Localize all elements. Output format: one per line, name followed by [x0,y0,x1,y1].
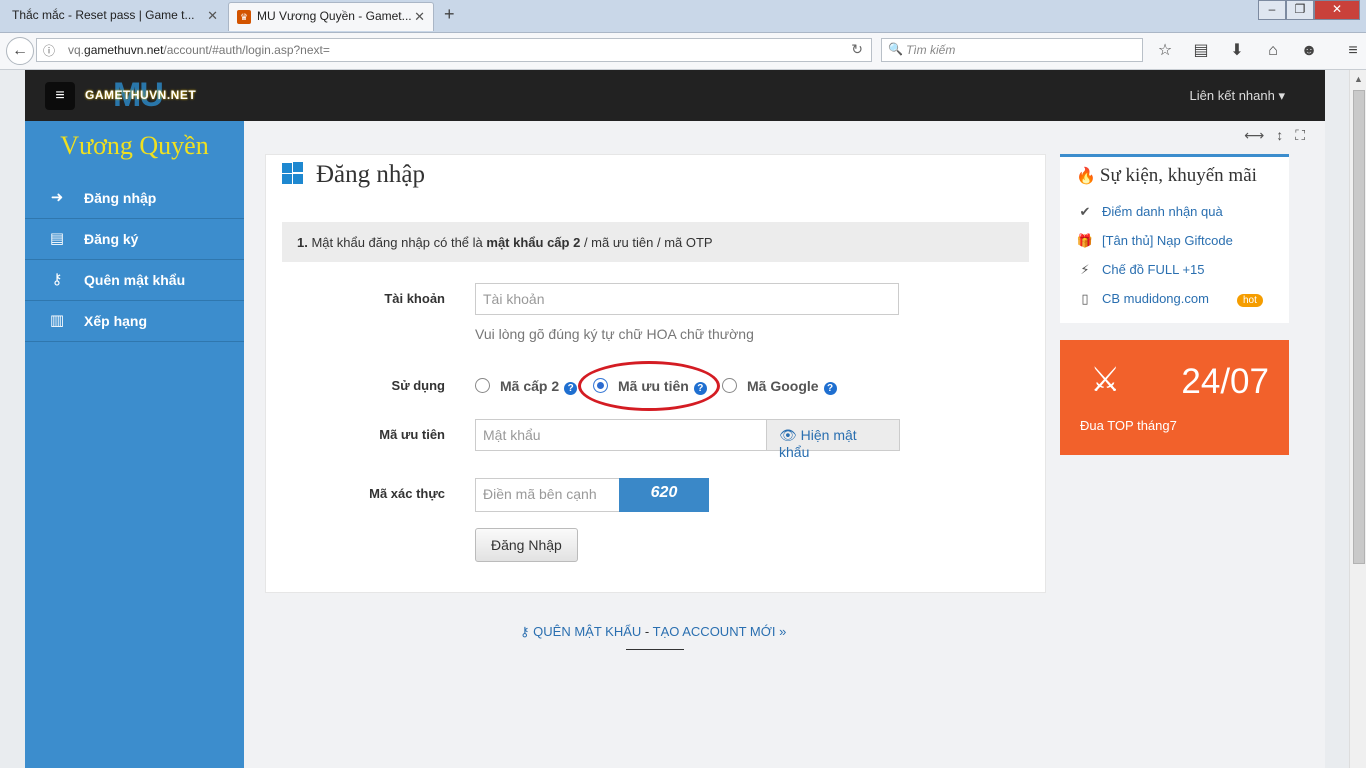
sidebar-menu: ➜ Đăng nhập ▤ Đăng ký ⚷ Quên mật khẩu ▥ Xếp … [25,178,244,342]
scroll-up-icon[interactable]: ▲ [1354,74,1363,84]
event-item-giftcode[interactable]: 🎁 [Tân thủ] Nạp Giftcode [1076,233,1233,249]
hot-badge: hot [1236,294,1263,307]
question-icon[interactable]: ? [823,382,837,395]
sign-in-icon: ➜ [50,189,64,206]
quicklinks-dropdown[interactable]: Liên kết nhanh ▾ [1190,88,1285,104]
events-panel: 🔥 Sự kiện, khuyến mãi ✔ Điểm danh nhận quà… [1060,154,1289,323]
use-label: Sử dụng [391,378,445,393]
expand-width-icon[interactable]: ⟷ [1244,127,1264,144]
back-icon[interactable]: ← [6,37,34,65]
maximize-icon[interactable]: ❐ [1286,0,1314,20]
account-label: Tài khoản [384,291,445,306]
gift-icon: 🎁 [1076,233,1094,248]
toolbar-icons: ☆ ▤ ⬇ ⌂ ☻ ≡ [1152,39,1366,63]
account-input[interactable]: Tài khoản [475,283,899,315]
login-panel: Đăng nhập 1. Mật khẩu đăng nhập có thể l… [265,154,1046,593]
reading-list-icon[interactable]: ▤ [1188,39,1214,63]
bookmark-star-icon[interactable]: ☆ [1152,39,1178,63]
sidebar-item-login[interactable]: ➜ Đăng nhập [25,178,244,219]
sidebar-item-ranking[interactable]: ▥ Xếp hạng [25,301,244,342]
close-window-icon[interactable]: ✕ [1314,0,1360,20]
key-icon: ⚷ [520,624,530,639]
account-help: Vui lòng gõ đúng ký tự chữ HOA chữ thườn… [475,326,754,342]
login-notice: 1. Mật khẩu đăng nhập có thể là mật khẩu… [282,222,1029,262]
layout-tools: ⟷ ↕ ⛶ [1244,127,1305,144]
file-icon: ▤ [49,230,65,247]
password-label: Mã ưu tiên [379,427,445,442]
promo-date: 24/07 [1181,362,1269,401]
close-tab-icon[interactable]: ✕ [207,8,218,24]
password-input[interactable]: Mật khẩu [475,419,767,451]
account-links: ⚷ QUÊN MẬT KHẨU - TẠO ACCOUNT MỚI » [520,624,787,639]
tab-title: Thắc mắc - Reset pass | Game t... [12,8,195,22]
sidebar-item-register[interactable]: ▤ Đăng ký [25,219,244,260]
scroll-thumb[interactable] [1353,90,1365,564]
home-icon[interactable]: ⌂ [1260,39,1286,63]
radio-circle [475,378,490,393]
browser-tab[interactable]: Thắc mắc - Reset pass | Game t... ✕ [2,2,226,31]
browser-tab-active[interactable]: ♛ MU Vương Quyền - Gamet... ✕ [228,2,434,31]
reload-icon[interactable]: ↻ [851,41,863,58]
highlight-ellipse [578,361,720,411]
forgot-password-link[interactable]: QUÊN MẬT KHẨU [533,624,641,639]
browser-nav-bar: ← ⓘ vq.gamethuvn.net/account/#auth/login… [0,33,1366,70]
sidebar-item-forgot[interactable]: ⚷ Quên mật khẩu [25,260,244,301]
site-logo[interactable]: MU GAMETHUVN.NET [85,76,205,114]
question-icon[interactable]: ? [564,382,578,395]
promo-banner[interactable]: ⚔ 24/07 Đua TOP tháng7 [1060,340,1289,455]
create-account-link[interactable]: TẠO ACCOUNT MỚI » [653,624,787,639]
event-item-checkin[interactable]: ✔ Điểm danh nhận quà [1076,204,1223,220]
show-password-button[interactable]: 👁 Hiện mật khẩu [766,419,900,460]
vertical-scrollbar[interactable]: ▲ [1349,70,1366,768]
info-icon[interactable]: ⓘ [43,42,55,59]
tab-title: MU Vương Quyền - Gamet... [257,9,412,23]
captcha-label: Mã xác thực [369,486,445,501]
warrior-icon: ⚔ [1090,361,1121,399]
search-icon: 🔍 [888,42,903,56]
search-input[interactable]: 🔍 Tìm kiếm [881,38,1143,62]
url-text: vq.gamethuvn.net/account/#auth/login.asp… [68,43,330,57]
radio-google[interactable]: Mã Google? [722,378,837,395]
smiley-icon[interactable]: ☻ [1296,39,1322,63]
page-title: Đăng nhập [282,161,425,189]
brand-title: Vương Quyền [60,131,209,160]
favicon-icon: ♛ [237,10,251,24]
main-content: ⟷ ↕ ⛶ Đăng nhập 1. Mật khẩu đăng nhập có… [244,121,1325,768]
login-submit-button[interactable]: Đăng Nhập [475,528,578,562]
page: ≡ MU GAMETHUVN.NET Liên kết nhanh ▾ Vươn… [25,70,1325,768]
browser-tab-bar: Thắc mắc - Reset pass | Game t... ✕ ♛ MU… [0,0,1366,33]
menu-icon[interactable]: ≡ [1340,39,1366,63]
sidebar: Vương Quyền ➜ Đăng nhập ▤ Đăng ký ⚷ Quên mậ… [25,121,244,768]
events-title: 🔥 Sự kiện, khuyến mãi [1076,165,1257,186]
bar-chart-icon: ▥ [49,312,65,329]
captcha-input[interactable]: Điền mã bên cạnh [475,478,620,512]
event-item-mobile[interactable]: ▯ CB mudidong.com hot [1076,291,1263,307]
window-controls: – ❐ ✕ [1258,0,1360,20]
check-circle-icon: ✔ [1079,204,1091,219]
fullscreen-icon[interactable]: ⛶ [1295,127,1305,144]
mobile-icon: ▯ [1081,291,1089,306]
plug-icon: ⚡ [1080,262,1090,277]
site-top-nav: ≡ MU GAMETHUVN.NET Liên kết nhanh ▾ [25,70,1325,121]
eye-icon: 👁 [779,427,797,443]
download-icon[interactable]: ⬇ [1224,39,1250,63]
captcha-image[interactable]: 620 [619,478,709,512]
new-tab-icon[interactable]: + [444,4,455,25]
radio-level2[interactable]: Mã cấp 2? [475,378,578,395]
close-tab-icon[interactable]: ✕ [414,9,425,25]
key-icon: ⚷ [51,271,63,288]
hamburger-icon[interactable]: ≡ [45,82,75,110]
windows-icon [282,162,304,184]
promo-text: Đua TOP tháng7 [1080,418,1177,433]
divider [626,649,684,650]
minimize-icon[interactable]: – [1258,0,1286,20]
expand-height-icon[interactable]: ↕ [1276,127,1283,144]
event-item-full15[interactable]: ⚡ Chế đồ FULL +15 [1076,262,1204,278]
caret-down-icon: ▾ [1278,88,1285,103]
address-bar[interactable]: ⓘ vq.gamethuvn.net/account/#auth/login.a… [36,38,872,62]
radio-circle [722,378,737,393]
fire-icon: 🔥 [1076,168,1096,185]
